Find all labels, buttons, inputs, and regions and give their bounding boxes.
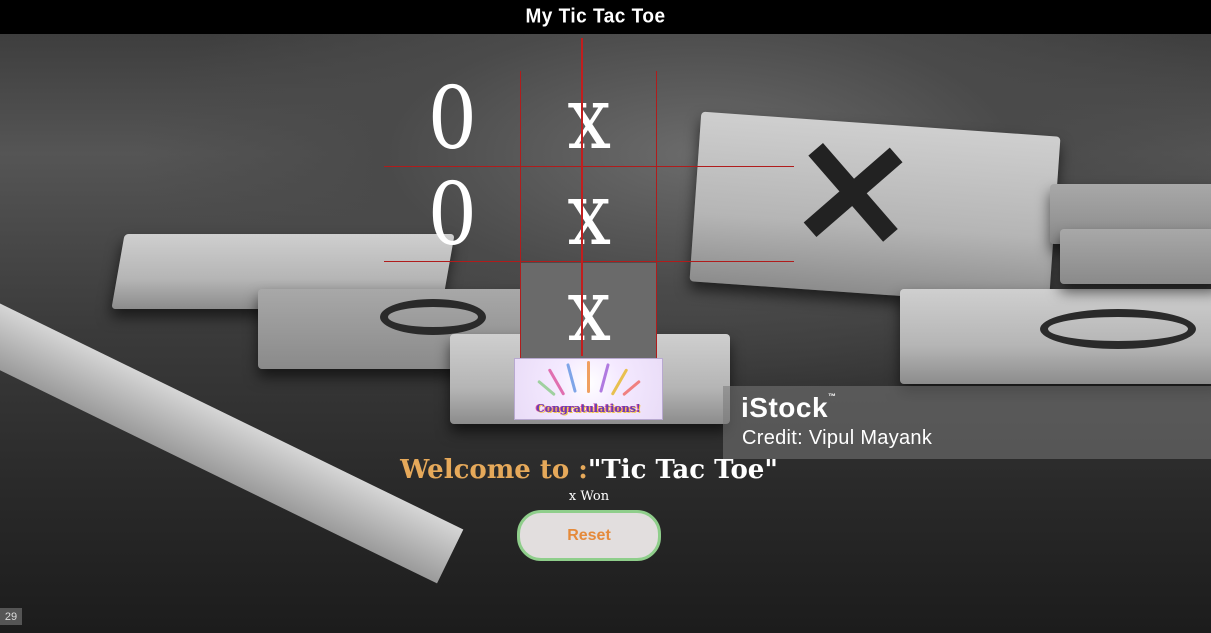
game-status: x Won xyxy=(568,489,610,504)
grid-line-horizontal xyxy=(384,166,794,167)
background-tile xyxy=(1060,229,1211,284)
board-cell-7[interactable]: x xyxy=(521,263,657,358)
board-cell-4[interactable]: x xyxy=(521,167,657,262)
board-cell-1[interactable]: x xyxy=(521,71,657,166)
board-cell-3[interactable]: 0 xyxy=(384,167,520,262)
board-cell-8[interactable] xyxy=(657,263,793,358)
istock-logo: iStock™ xyxy=(741,392,837,423)
win-strike-line xyxy=(581,38,583,356)
board-cell-6[interactable] xyxy=(384,263,520,358)
welcome-heading: Welcome to :"Tic Tac Toe" xyxy=(0,455,1178,485)
istock-watermark: iStock™ Credit: Vipul Mayank xyxy=(723,386,1211,459)
grid-line-vertical xyxy=(656,71,657,359)
grid-line-horizontal xyxy=(384,261,794,262)
corner-badge: 29 xyxy=(0,608,22,625)
grid-line-vertical xyxy=(520,71,521,359)
background-o-shape xyxy=(1040,309,1196,349)
game-board: 0 x 0 x x xyxy=(384,38,794,359)
watermark-credit: Credit: Vipul Mayank xyxy=(742,427,933,449)
board-cell-0[interactable]: 0 xyxy=(384,71,520,166)
board-cell-2[interactable] xyxy=(657,71,793,166)
background-x-shape: ✕ xyxy=(784,106,922,284)
congratulations-label: Congratulations! xyxy=(536,402,641,415)
top-navbar: My Tic Tac Toe xyxy=(0,0,1211,34)
game-name: "Tic Tac Toe" xyxy=(587,455,778,485)
board-cell-5[interactable] xyxy=(657,167,793,262)
congratulations-image: Congratulations! xyxy=(514,358,663,420)
app-title: My Tic Tac Toe xyxy=(525,5,666,28)
welcome-prefix: Welcome to : xyxy=(400,455,588,485)
reset-button[interactable]: Reset xyxy=(517,510,661,561)
